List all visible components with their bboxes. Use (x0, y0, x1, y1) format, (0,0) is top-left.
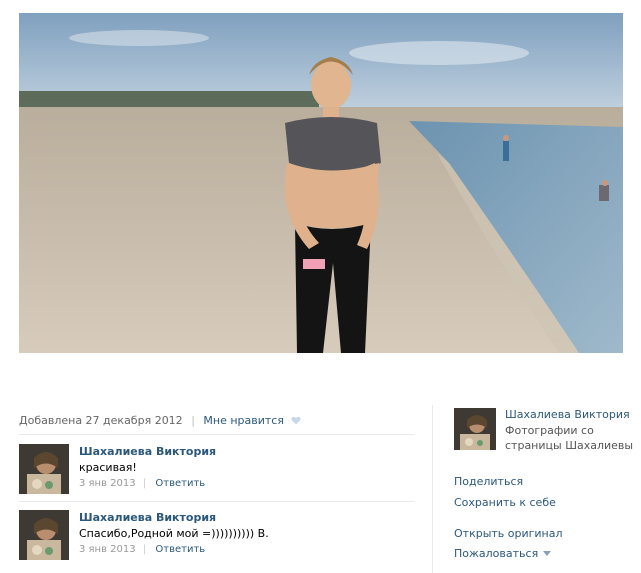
avatar[interactable] (19, 444, 69, 494)
comment-item: Шахалиева Виктория красивая! 3 янв 2013 … (19, 444, 414, 500)
report-label: Пожаловаться (454, 547, 539, 560)
album-title[interactable]: Шахалиева Виктория (505, 408, 630, 421)
comment-item: Шахалиева Виктория Спасибо,Родной мой =)… (19, 510, 414, 566)
open-original-link[interactable]: Открыть оригинал (454, 527, 563, 540)
comment-meta: 3 янв 2013 | Ответить (79, 544, 206, 555)
report-menu[interactable]: Пожаловаться (454, 547, 552, 560)
heart-icon (291, 416, 301, 425)
save-link[interactable]: Сохранить к себе (454, 496, 556, 509)
reply-button[interactable]: Ответить (155, 544, 205, 555)
reply-button[interactable]: Ответить (155, 478, 205, 489)
column-divider (432, 405, 433, 573)
comment-author[interactable]: Шахалиева Виктория (79, 445, 216, 458)
album-subtitle[interactable]: Фотографии со страницы Шахалиевы (505, 423, 635, 453)
album-thumbnail[interactable] (454, 408, 496, 450)
chevron-down-icon (543, 551, 552, 556)
meta-separator: | (191, 414, 195, 427)
photo-meta: Добавлена 27 декабря 2012 | Мне нравится (19, 414, 414, 427)
like-label: Мне нравится (203, 414, 284, 427)
like-button[interactable]: Мне нравится (203, 414, 301, 427)
main-photo[interactable] (19, 13, 623, 353)
avatar[interactable] (19, 510, 69, 560)
comment-date: 3 янв 2013 (79, 544, 136, 555)
comment-text: красивая! (79, 461, 137, 474)
divider (19, 501, 414, 502)
divider (19, 434, 414, 435)
comment-date: 3 янв 2013 (79, 478, 136, 489)
comment-text: Спасибо,Родной мой =)))))))))) В. (79, 527, 269, 540)
comment-meta: 3 янв 2013 | Ответить (79, 478, 206, 489)
share-link[interactable]: Поделиться (454, 475, 523, 488)
added-date: Добавлена 27 декабря 2012 (19, 414, 183, 427)
comment-author[interactable]: Шахалиева Виктория (79, 511, 216, 524)
